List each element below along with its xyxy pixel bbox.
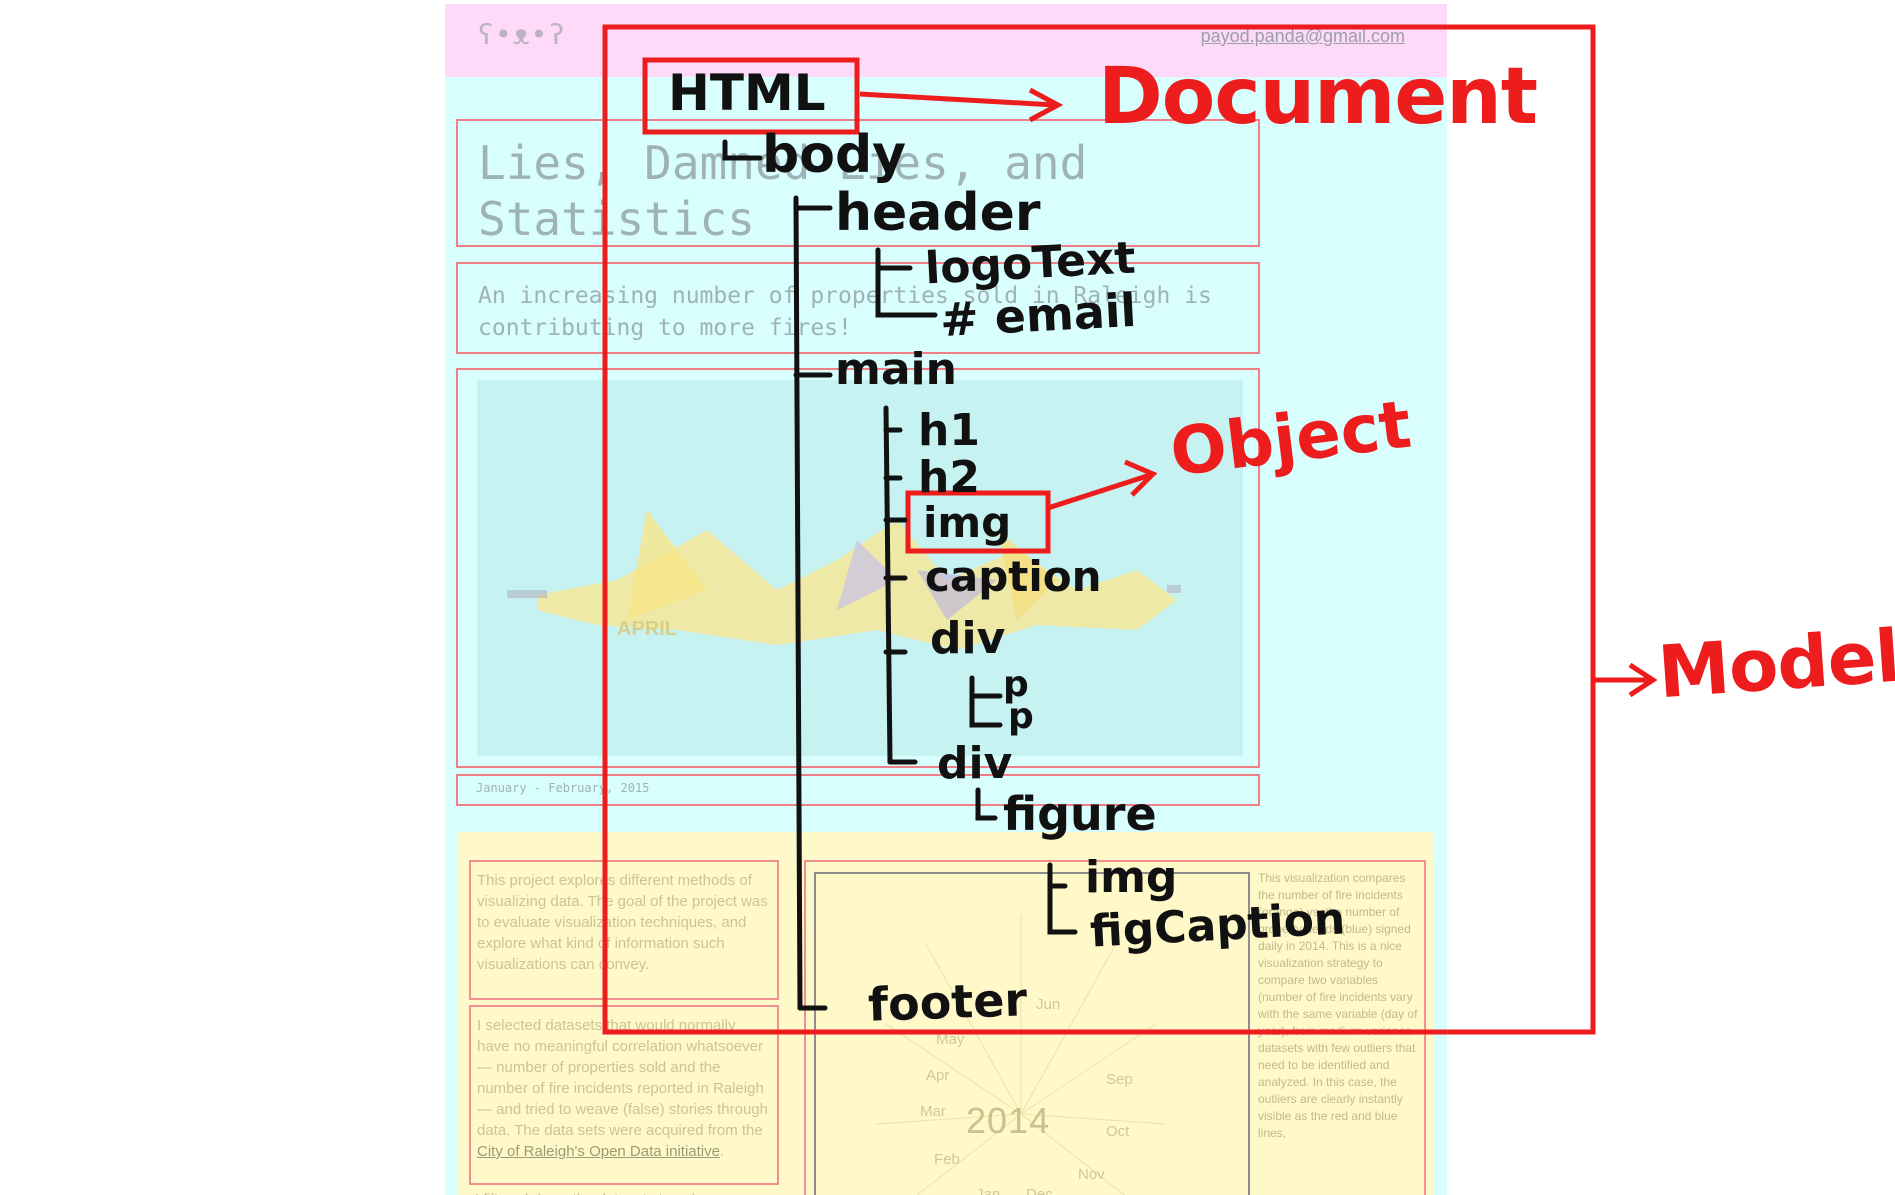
svg-text:APRIL: APRIL: [617, 618, 677, 640]
radial-chart: May Apr Mar Feb Jan Dec Nov Oct Sep Jun: [875, 914, 1167, 1195]
hero-visualization: APRIL: [507, 510, 1181, 650]
title-box: Lies, Damned Lies, and Statistics: [456, 119, 1260, 247]
email-link[interactable]: payod.panda@gmail.com: [1201, 26, 1405, 47]
figure-caption: This visualization compares the number o…: [1258, 871, 1418, 1140]
month-label: Oct: [1106, 1123, 1130, 1140]
month-label: May: [936, 1031, 965, 1048]
subtitle-box: An increasing number of properties sold …: [456, 262, 1260, 354]
filtered-paragraph: I filtered down the datasets to only: [469, 1187, 779, 1195]
figure-box: May Apr Mar Feb Jan Dec Nov Oct Sep Jun …: [804, 860, 1426, 1195]
image-caption: January - February, 2015: [476, 781, 650, 795]
datasets-paragraph-text: I selected datasets that would normally …: [477, 1017, 768, 1139]
page-header: ʕ•ᴥ•ʔ payod.panda@gmail.com: [445, 4, 1447, 77]
model-label: Model: [1655, 613, 1895, 715]
hero-image-box: APRIL: [456, 368, 1260, 768]
month-label: Mar: [920, 1103, 946, 1120]
month-label: Jun: [1036, 996, 1060, 1013]
month-label: Nov: [1078, 1166, 1105, 1183]
paragraph-box-datasets: I selected datasets that would normally …: [469, 1005, 779, 1185]
hero-image: APRIL: [477, 380, 1243, 756]
figure-year: 2014: [966, 1100, 1051, 1141]
page-title: Lies, Damned Lies, and Statistics: [478, 136, 1088, 246]
paragraph-box-intro: This project explores different methods …: [469, 860, 779, 1000]
page-subtitle: An increasing number of properties sold …: [478, 283, 1212, 341]
content-section: This project explores different methods …: [458, 832, 1434, 1195]
datasets-paragraph: I selected datasets that would normally …: [477, 1017, 768, 1160]
intro-paragraph: This project explores different methods …: [477, 872, 768, 973]
caption-box: January - February, 2015: [456, 774, 1260, 806]
month-label: Sep: [1106, 1071, 1133, 1088]
web-page: ʕ•ᴥ•ʔ payod.panda@gmail.com Lies, Damned…: [445, 4, 1447, 1195]
month-label: Apr: [926, 1067, 949, 1084]
logo-text[interactable]: ʕ•ᴥ•ʔ: [477, 18, 566, 53]
month-label: Dec: [1026, 1186, 1053, 1195]
month-label: Jan: [976, 1186, 1000, 1195]
radial-figure: May Apr Mar Feb Jan Dec Nov Oct Sep Jun …: [814, 872, 1250, 1195]
open-data-link[interactable]: City of Raleigh's Open Data initiative: [477, 1143, 720, 1160]
month-label: Feb: [934, 1151, 960, 1168]
